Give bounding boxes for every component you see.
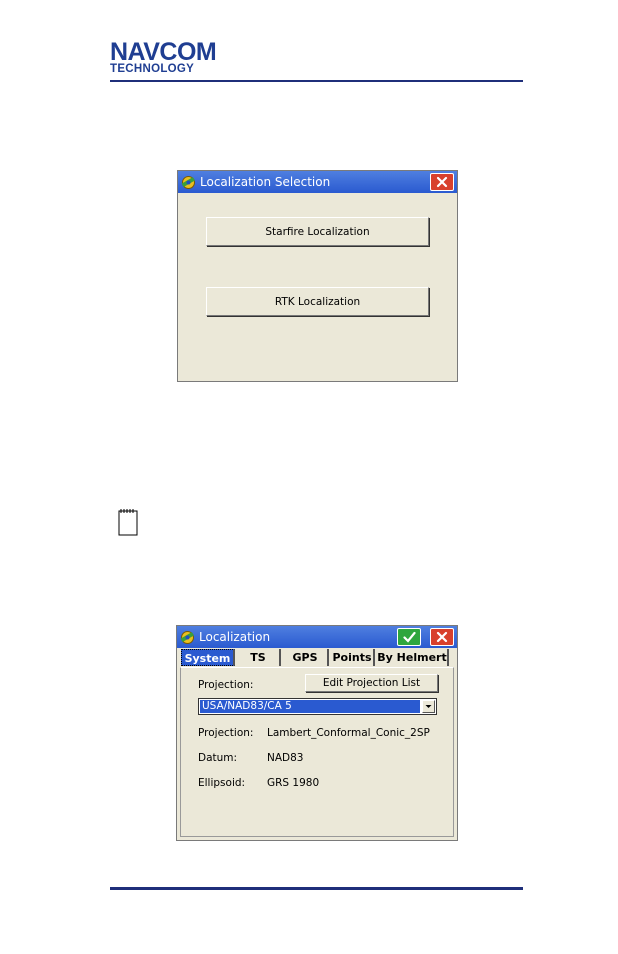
starfire-localization-button[interactable]: Starfire Localization: [206, 217, 429, 246]
rtk-localization-label: RTK Localization: [274, 295, 361, 308]
logo-line-2: TECHNOLOGY: [110, 63, 195, 75]
close-button[interactable]: [430, 173, 454, 191]
projection-select-value: USA/NAD83/CA 5: [200, 700, 420, 713]
check-icon: [403, 631, 416, 643]
field-label-datum: Datum:: [198, 752, 238, 764]
logo-line-1: NAVCOM: [110, 38, 217, 66]
dialog-titlebar: Localization Selection: [178, 171, 457, 193]
footer-rule: [110, 887, 523, 890]
navcom-logo: NAVCOM TECHNOLOGY: [110, 40, 235, 75]
close-icon: [436, 631, 448, 643]
localization-selection-dialog: Localization Selection Starfire Localiza…: [177, 170, 458, 382]
close-icon: [436, 176, 448, 188]
tab-gps[interactable]: GPS: [283, 649, 329, 666]
rtk-localization-button[interactable]: RTK Localization: [206, 287, 429, 316]
tab-bar: System TS GPS Points By Helmert: [180, 649, 454, 667]
localization-dialog: Localization System TS GPS Points By Hel…: [176, 625, 458, 841]
field-label-projection: Projection:: [198, 727, 254, 739]
field-value-projection: Lambert_Conformal_Conic_2SP: [267, 727, 430, 739]
dialog-title: Localization Selection: [200, 175, 331, 189]
dialog-titlebar: Localization: [177, 626, 457, 648]
tab-points[interactable]: Points: [331, 649, 375, 666]
dialog-title: Localization: [199, 630, 271, 644]
satellite-app-icon: [180, 631, 194, 644]
tab-system[interactable]: System: [181, 649, 235, 666]
edit-projection-list-label: Edit Projection List: [322, 677, 421, 689]
projection-list-label: Projection:: [198, 679, 254, 691]
header-rule: [110, 80, 523, 82]
close-button[interactable]: [430, 628, 454, 646]
tab-ts[interactable]: TS: [237, 649, 281, 666]
tab-by-helmert[interactable]: By Helmert: [377, 649, 449, 666]
edit-projection-list-button[interactable]: Edit Projection List: [305, 674, 438, 692]
ok-button[interactable]: [397, 628, 421, 646]
field-label-ellipsoid: Ellipsoid:: [198, 777, 246, 789]
field-value-datum: NAD83: [267, 752, 304, 764]
chevron-down-icon: [425, 705, 432, 708]
note-pad-icon: [118, 509, 138, 536]
field-value-ellipsoid: GRS 1980: [267, 777, 320, 789]
satellite-app-icon: [181, 176, 195, 189]
projection-select[interactable]: USA/NAD83/CA 5: [198, 698, 437, 715]
starfire-localization-label: Starfire Localization: [265, 225, 370, 238]
dropdown-arrow-button[interactable]: [422, 700, 435, 713]
